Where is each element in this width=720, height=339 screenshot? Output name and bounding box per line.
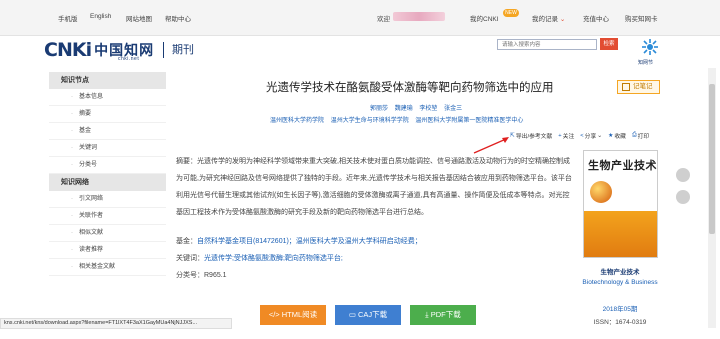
fund-link[interactable]: 温州医科大学及温州大学科研启动经费； (296, 238, 422, 245)
sidebar-item-basic-info[interactable]: 基本信息 (49, 89, 166, 106)
english-link[interactable]: English (90, 13, 111, 20)
author-link[interactable]: 郭丽莎 (370, 106, 388, 112)
new-badge: NEW (503, 9, 519, 17)
section-title: 期刊 (172, 44, 194, 56)
status-bar-url: kns.cnki.net/kns/download.aspx?filename=… (0, 318, 232, 329)
affiliation-link[interactable]: 温州医科大学药学院 (270, 118, 324, 124)
chevron-down-icon: ⌄ (597, 132, 603, 139)
pdf-download-button[interactable]: ⤓ PDF下载 (410, 305, 476, 325)
cover-band-graphic (584, 211, 657, 257)
buy-card-link[interactable]: 购买知网卡 (625, 13, 658, 23)
scrollbar-thumb[interactable] (709, 84, 715, 234)
feedback-icon[interactable] (676, 168, 690, 182)
abstract-label: 摘要： (176, 158, 197, 165)
affiliation-link[interactable]: 温州大学生命与环境科学学院 (331, 118, 409, 124)
username-blurred[interactable] (393, 12, 445, 21)
html-read-button[interactable]: </> HTML阅读 (260, 305, 326, 325)
sidebar-item-keywords[interactable]: 关键词 (49, 140, 166, 157)
journal-issn: ISSN：1674-0319 (593, 319, 647, 326)
follow-button[interactable]: + 关注 (558, 131, 574, 141)
keyword-link[interactable]: 靶向药物筛选平台; (285, 255, 343, 262)
sidebar-item-reader-recommend[interactable]: 读者推荐 (49, 242, 166, 259)
article-title: 光遗传学技术在酪氨酸受体激酶等靶向药物筛选中的应用 (266, 82, 554, 94)
fund-label: 基金： (176, 238, 197, 245)
recharge-link[interactable]: 充值中心 (583, 13, 609, 23)
sitemap-link[interactable]: 网站地图 (126, 13, 152, 23)
share-icon: < (580, 132, 584, 139)
plus-icon: + (558, 132, 562, 139)
zhiwangjie-label: 知网节 (638, 60, 654, 66)
author-link[interactable]: 魏建瑜 (395, 106, 413, 112)
book-icon: ▭ (348, 310, 356, 319)
chevron-down-icon: ⌄ (559, 16, 566, 23)
author-link[interactable]: 张金三 (444, 106, 462, 112)
download-icon: ⤓ (425, 310, 429, 319)
abstract-text: 光遗传学的发明为神经科学领域带来重大突破,相关技术使对蛋白质功能调控、信号通路激… (176, 158, 572, 216)
sidebar-item-citation-network[interactable]: 引文网络 (49, 191, 166, 208)
sidebar-item-related-fund-literature[interactable]: 相关基金文献 (49, 259, 166, 276)
classification-line: 分类号：R965.1 (176, 270, 227, 280)
download-buttons: </> HTML阅读 ▭ CAJ下载 ⤓ PDF下载 (260, 305, 476, 325)
keyword-line: 关键词：光遗传学;受体酪氨酸激酶;靶向药物筛选平台; (176, 253, 343, 263)
sidebar-item-abstract[interactable]: 摘要 (49, 106, 166, 123)
print-button[interactable]: ⎙ 打印 (632, 131, 649, 140)
sidebar-heading-knowledge-node: 知识节点 (49, 72, 166, 89)
classification-label: 分类号： (176, 272, 204, 279)
star-icon: ★ (608, 132, 614, 139)
mobile-link[interactable]: 手机版 (58, 13, 78, 23)
sidebar-item-similar-literature[interactable]: 相似文献 (49, 225, 166, 242)
logo-subtitle: cnki.net (118, 56, 140, 62)
export-reference-button[interactable]: ⇱ 导出/参考文献 (510, 131, 552, 141)
cover-orb-graphic (590, 181, 612, 203)
keyword-link[interactable]: 光遗传学; (204, 255, 234, 262)
caj-download-button[interactable]: ▭ CAJ下载 (335, 305, 401, 325)
classification-value: R965.1 (204, 272, 227, 279)
search-button[interactable]: 检索 (600, 38, 618, 50)
sidebar-item-classification[interactable]: 分类号 (49, 157, 166, 174)
sidebar-item-fund[interactable]: 基金 (49, 123, 166, 140)
header-divider (163, 42, 164, 58)
affiliation-list: 温州医科大学药学院 温州大学生命与环境科学学院 温州医科大学附属第一医院精准医学… (270, 115, 528, 124)
favorite-button[interactable]: ★ 收藏 (608, 131, 626, 141)
edit-icon[interactable] (676, 190, 690, 204)
journal-name-en[interactable]: Biotechnology & Business (578, 279, 662, 286)
header: CNKi 中国知网 cnki.net 期刊 检索 知网节 (0, 36, 720, 68)
sidebar-heading-knowledge-network: 知识网络 (49, 174, 166, 191)
my-records-link[interactable]: 我的记录 ⌄ (532, 13, 565, 23)
journal-issue[interactable]: 2018年05期 (578, 303, 662, 313)
welcome-text: 欢迎 (377, 16, 390, 23)
my-cnki-link[interactable]: 我的CNKI (470, 13, 499, 23)
author-link[interactable]: 李校堃 (419, 106, 437, 112)
sidebar: 知识节点 基本信息 摘要 基金 关键词 分类号 知识网络 引文网络 关联作者 相… (49, 72, 166, 276)
note-icon (622, 83, 630, 91)
top-bar: 手机版 English 网站地图 帮助中心 欢迎 我的CNKI NEW 我的记录… (0, 0, 720, 36)
keyword-link[interactable]: 受体酪氨酸激酶; (234, 255, 285, 262)
search-input[interactable] (497, 39, 597, 50)
journal-name-cn[interactable]: 生物产业技术 (578, 266, 662, 276)
take-note-button[interactable]: 记笔记 (617, 80, 660, 94)
help-link[interactable]: 帮助中心 (165, 13, 191, 23)
cover-title: 生物产业技术 (588, 160, 657, 172)
affiliation-link[interactable]: 温州医科大学附属第一医院精准医学中心 (415, 118, 523, 124)
keyword-label: 关键词： (176, 255, 204, 262)
abstract: 摘要：光遗传学的发明为神经科学领域带来重大突破,相关技术使对蛋白质功能调控、信号… (176, 153, 572, 221)
share-button[interactable]: < 分享 ⌄ (580, 131, 603, 141)
print-icon: ⎙ (631, 132, 637, 138)
article-actions: ⇱ 导出/参考文献 + 关注 < 分享 ⌄ ★ 收藏 ⎙ 打印 (510, 131, 649, 140)
code-icon: </> (268, 310, 280, 319)
fund-line: 基金：自然科学基金项目(81472601)；温州医科大学及温州大学科研启动经费； (176, 236, 422, 246)
journal-cover-image[interactable]: 生物产业技术 (583, 150, 658, 258)
sidebar-item-related-authors[interactable]: 关联作者 (49, 208, 166, 225)
fund-link[interactable]: 自然科学基金项目(81472601)； (197, 238, 296, 245)
author-list: 郭丽莎 魏建瑜 李校堃 张金三 (370, 103, 467, 112)
